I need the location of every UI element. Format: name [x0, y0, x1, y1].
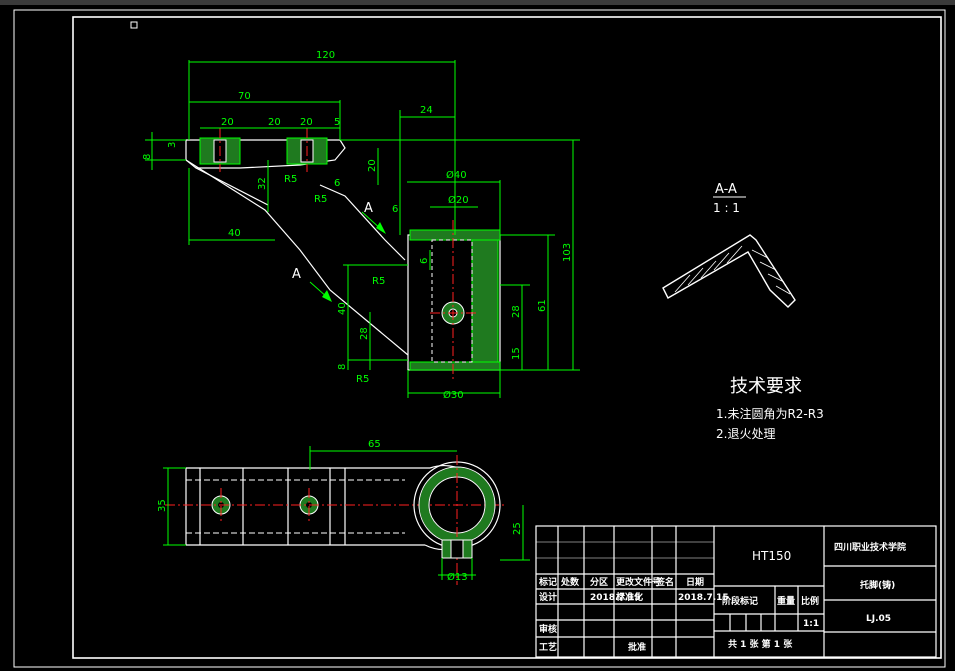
tb-h-count: 处数	[560, 576, 580, 588]
tb-h-approve: 批准	[628, 641, 646, 653]
dim-65: 65	[368, 439, 381, 450]
tb-drawing-no: LJ.05	[866, 614, 891, 624]
dim-20b: 20	[268, 117, 281, 128]
dim-phi20: Ø20	[448, 194, 469, 206]
dim-20v: 20	[367, 159, 378, 172]
section-label: A-A	[715, 182, 737, 197]
tb-h-sign: 签名	[655, 576, 674, 588]
tb-h-scale: 比例	[801, 595, 819, 607]
dim-32: 32	[257, 177, 268, 190]
dim-40v: 40	[337, 302, 348, 315]
tech-title: 技术要求	[730, 376, 802, 397]
tb-h-review: 审核	[539, 623, 557, 635]
section-mark-upper: A	[364, 201, 373, 216]
tb-h-process: 工艺	[539, 641, 557, 653]
cad-drawing: A A 120 70 24 20 20 20 5 8 3 20 32 6 R5 …	[0, 0, 955, 668]
dim-phi30: Ø30	[443, 389, 464, 401]
drawing-canvas: A A 120 70 24 20 20 20 5 8 3 20 32 6 R5 …	[0, 0, 955, 671]
tech-requirements: 技术要求 1.未注圆角为R2-R3 2.退火处理	[716, 376, 824, 441]
dim-70: 70	[238, 91, 251, 102]
dim-6c: 6	[419, 258, 430, 264]
window-top-bar	[0, 0, 955, 5]
tb-part-name: 托脚(铸)	[860, 579, 895, 591]
dim-r5a: R5	[284, 174, 297, 185]
tb-h-design: 设计	[539, 591, 557, 603]
tb-designer: 标准化	[615, 591, 643, 603]
tb-h-weight: 重量	[777, 595, 795, 607]
tb-h-stage: 阶段标记	[722, 595, 758, 607]
dim-6b: 6	[392, 204, 398, 215]
dim-phi40: Ø40	[446, 169, 467, 181]
title-block: HT150 四川职业技术学院 托脚(铸) LJ.05 1:1 共 1 张 第 1…	[535, 525, 937, 658]
tb-h-doc: 更改文件号	[616, 576, 661, 588]
dim-28a: 28	[511, 305, 522, 318]
ucs-marker-icon	[130, 21, 138, 29]
section-view-aa: A-A 1 : 1	[662, 182, 796, 308]
tb-h-zone: 分区	[590, 576, 608, 588]
tb-h-mark: 标记	[538, 576, 557, 588]
tech-item-2: 2.退火处理	[716, 427, 775, 441]
section-mark-lower: A	[292, 267, 301, 282]
dim-61: 61	[537, 299, 548, 312]
tech-item-1: 1.未注圆角为R2-R3	[716, 406, 824, 421]
dim-25: 25	[512, 522, 523, 535]
section-profile	[662, 234, 796, 308]
front-view: A A 120 70 24 20 20 20 5 8 3 20 32 6 R5 …	[142, 50, 580, 401]
dim-r5b: R5	[314, 194, 327, 205]
dim-35: 35	[157, 499, 168, 512]
top-view: 65 35 25 Ø13	[157, 439, 530, 585]
tb-h-date: 日期	[686, 576, 704, 588]
tb-scale-value: 1:1	[803, 619, 819, 629]
tb-school: 四川职业技术学院	[834, 541, 906, 553]
dim-phi13: Ø13	[447, 571, 468, 583]
dim-20c: 20	[300, 117, 313, 128]
dim-15: 15	[511, 347, 522, 360]
dim-6a: 6	[334, 178, 340, 189]
drawing-border	[72, 16, 942, 659]
dim-r5d: R5	[356, 374, 369, 385]
section-scale: 1 : 1	[713, 201, 740, 215]
dim-r5c: R5	[372, 276, 385, 287]
tb-sheets: 共 1 张 第 1 张	[728, 638, 793, 650]
dim-3: 3	[167, 142, 178, 148]
tb-material: HT150	[752, 549, 791, 563]
dim-5: 5	[334, 117, 340, 128]
dim-120: 120	[316, 50, 335, 61]
dim-20a: 20	[221, 117, 234, 128]
dim-103: 103	[562, 243, 573, 262]
dim-8a: 8	[142, 154, 153, 160]
dim-8b: 8	[337, 364, 348, 370]
dim-28b: 28	[359, 327, 370, 340]
dim-24: 24	[420, 105, 433, 116]
dim-40h: 40	[228, 228, 241, 239]
